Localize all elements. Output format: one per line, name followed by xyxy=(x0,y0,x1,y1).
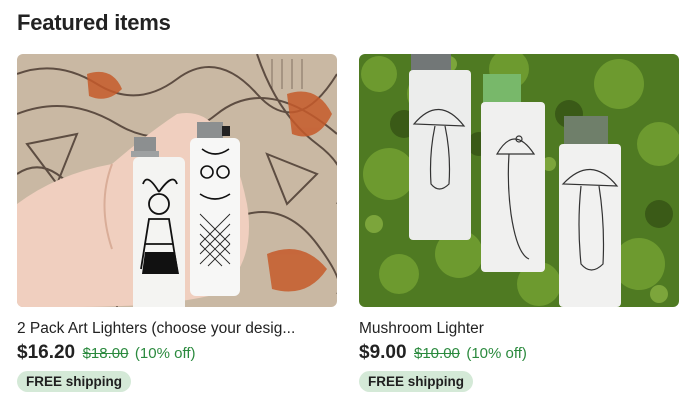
sale-price: $9.00 xyxy=(359,342,407,363)
listing-title[interactable]: Mushroom Lighter xyxy=(359,319,677,339)
discount-label: (10% off) xyxy=(466,345,527,362)
original-price: $10.00 xyxy=(414,345,460,362)
price-row: $16.20 $18.00 (10% off) xyxy=(17,341,337,366)
listing-title[interactable]: 2 Pack Art Lighters (choose your desig..… xyxy=(17,319,335,339)
original-price: $18.00 xyxy=(82,345,129,362)
discount-label: (10% off) xyxy=(134,345,196,362)
section-title: Featured items xyxy=(17,10,171,35)
free-shipping-badge: FREE shipping xyxy=(17,371,131,392)
listing-image[interactable] xyxy=(359,54,679,307)
sale-price: $16.20 xyxy=(17,342,76,363)
free-shipping-badge: FREE shipping xyxy=(359,371,473,392)
mushroom-lighters-photo xyxy=(359,54,679,307)
listing-image[interactable] xyxy=(17,54,337,307)
featured-items-section: Featured items 2 Pack Art Lighters (choo… xyxy=(0,0,696,406)
price-row: $9.00 $10.00 (10% off) xyxy=(359,341,679,366)
listing-card[interactable]: 2 Pack Art Lighters (choose your desig..… xyxy=(17,54,337,392)
lighters-photo xyxy=(17,54,337,307)
listing-card[interactable]: Mushroom Lighter $9.00 $10.00 (10% off) … xyxy=(359,54,679,392)
